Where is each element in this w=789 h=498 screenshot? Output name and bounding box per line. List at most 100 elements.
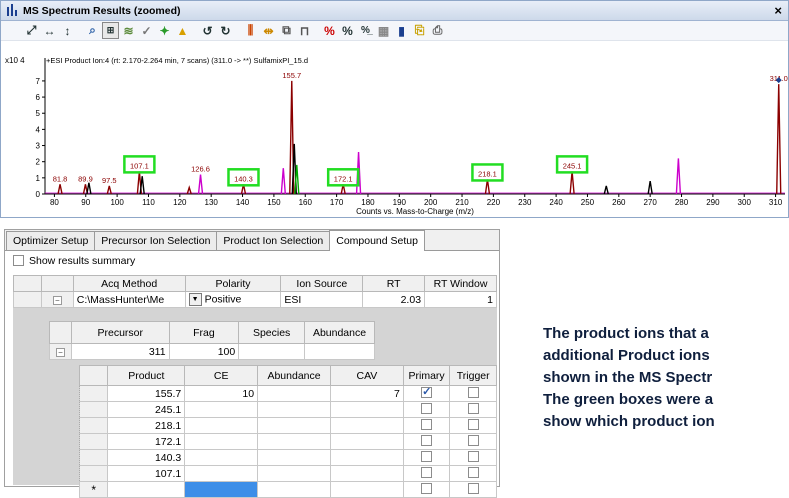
normalize-icon[interactable]: ≋: [120, 22, 137, 39]
ce-cell[interactable]: [184, 417, 259, 434]
percent-icon[interactable]: %: [321, 22, 338, 39]
print-icon[interactable]: ⎙: [429, 22, 446, 39]
acq-method-cell[interactable]: C:\MassHunter\Me: [72, 291, 186, 308]
col-rt-window[interactable]: RT Window: [424, 275, 497, 292]
trigger-checkbox[interactable]: [467, 386, 479, 398]
col-trigger[interactable]: Trigger: [449, 365, 497, 386]
trigger-checkbox[interactable]: [467, 466, 479, 478]
primary-checkbox[interactable]: [421, 434, 433, 446]
col-abundance[interactable]: Abundance: [304, 321, 375, 344]
label-peaks-icon[interactable]: ✦: [156, 22, 173, 39]
col-cav[interactable]: CAV: [329, 365, 404, 386]
product-row[interactable]: 245.1: [78, 401, 497, 418]
rt-cell[interactable]: 2.03: [362, 291, 426, 308]
product-abundance-cell[interactable]: [257, 449, 331, 466]
col-primary[interactable]: Primary: [402, 365, 451, 386]
product-row[interactable]: 218.1: [78, 417, 497, 434]
product-abundance-cell[interactable]: [257, 465, 331, 482]
polarity-cell[interactable]: ▼ Positive: [184, 291, 282, 308]
cav-cell[interactable]: [329, 433, 404, 450]
col-acq-method[interactable]: Acq Method: [72, 275, 186, 292]
ce-cell[interactable]: [184, 433, 259, 450]
ce-cell[interactable]: [184, 401, 259, 418]
grid-icon[interactable]: ▦: [375, 22, 392, 39]
ce-cell[interactable]: [184, 465, 259, 482]
product-row[interactable]: 172.1: [78, 433, 497, 450]
product-abundance-cell[interactable]: [257, 401, 331, 418]
product-cell[interactable]: 140.3: [107, 449, 186, 466]
cav-cell[interactable]: 7: [329, 385, 404, 402]
trigger-checkbox[interactable]: [467, 418, 479, 430]
product-cell[interactable]: 172.1: [107, 433, 186, 450]
trigger-checkbox[interactable]: [467, 402, 479, 414]
product-cell[interactable]: 218.1: [107, 417, 186, 434]
tab-compound-setup[interactable]: Compound Setup: [329, 230, 425, 251]
collapse-precursor-icon[interactable]: −: [55, 347, 65, 357]
undo-icon[interactable]: ↺: [199, 22, 216, 39]
product-row[interactable]: 155.7 10 7: [78, 385, 497, 402]
zoom-icon[interactable]: ⌕: [84, 22, 101, 39]
ce-cell[interactable]: 10: [184, 385, 259, 402]
col-polarity[interactable]: Polarity: [184, 275, 282, 292]
new-product-cell[interactable]: [107, 481, 186, 498]
col-ce[interactable]: CE: [184, 365, 259, 386]
col-precursor[interactable]: Precursor: [70, 321, 170, 344]
x-expand-icon[interactable]: ↔: [41, 22, 58, 39]
tab-product-ion-selection[interactable]: Product Ion Selection: [216, 231, 331, 250]
abundance-cell[interactable]: [304, 343, 375, 360]
compare-icon[interactable]: ⧉: [278, 22, 295, 39]
select-peaks-icon[interactable]: ✓: [138, 22, 155, 39]
cav-cell[interactable]: [329, 401, 404, 418]
trigger-checkbox[interactable]: [467, 450, 479, 462]
new-ce-cell-selected[interactable]: [184, 481, 259, 498]
product-abundance-cell[interactable]: [257, 385, 331, 402]
product-row[interactable]: 107.1: [78, 465, 497, 482]
cav-cell[interactable]: [329, 417, 404, 434]
product-abundance-cell[interactable]: [257, 417, 331, 434]
tab-optimizer-setup[interactable]: Optimizer Setup: [6, 231, 96, 250]
collapse-method-icon[interactable]: −: [52, 295, 62, 305]
frag-cell[interactable]: 100: [168, 343, 240, 360]
col-frag[interactable]: Frag: [168, 321, 240, 344]
redo-icon[interactable]: ↻: [217, 22, 234, 39]
chevron-down-icon[interactable]: ▼: [188, 293, 202, 306]
primary-checkbox[interactable]: [421, 402, 433, 414]
new-cav-cell[interactable]: [329, 481, 404, 498]
rt-window-cell[interactable]: 1: [424, 291, 497, 308]
ion-source-cell[interactable]: ESI: [280, 291, 364, 308]
cav-cell[interactable]: [329, 465, 404, 482]
percent-normalize-icon[interactable]: %: [339, 22, 356, 39]
product-cell[interactable]: 155.7: [107, 385, 186, 402]
tab-precursor-ion-selection[interactable]: Precursor Ion Selection: [94, 231, 218, 250]
product-cell[interactable]: 245.1: [107, 401, 186, 418]
product-cell[interactable]: 107.1: [107, 465, 186, 482]
new-abundance-cell[interactable]: [257, 481, 331, 498]
product-row[interactable]: 140.3: [78, 449, 497, 466]
trigger-checkbox[interactable]: [467, 482, 479, 494]
bar-spectrum-icon[interactable]: ⫼: [242, 22, 259, 39]
show-results-summary-checkbox[interactable]: [13, 255, 24, 266]
bar-chart-icon[interactable]: ▮: [393, 22, 410, 39]
x-range-icon[interactable]: ⇹: [260, 22, 277, 39]
cav-cell[interactable]: [329, 449, 404, 466]
col-rt[interactable]: RT: [362, 275, 426, 292]
primary-checkbox[interactable]: [421, 482, 433, 494]
mass-spectrum-plot[interactable]: x10 4 +ESI Product Ion:4 (rt: 2.170-2.264…: [1, 42, 788, 218]
col-species[interactable]: Species: [238, 321, 306, 344]
overlay-icon[interactable]: ⊓: [296, 22, 313, 39]
percent-scale-icon[interactable]: %̲: [357, 22, 374, 39]
product-abundance-cell[interactable]: [257, 433, 331, 450]
chart-peaks-icon[interactable]: ▲: [174, 22, 191, 39]
autoscale-icon[interactable]: ⊞: [102, 22, 119, 39]
precursor-cell[interactable]: 311: [70, 343, 170, 360]
col-product-abundance[interactable]: Abundance: [257, 365, 331, 386]
trigger-checkbox[interactable]: [467, 434, 479, 446]
new-product-row[interactable]: *: [78, 481, 497, 498]
col-ion-source[interactable]: Ion Source: [280, 275, 364, 292]
close-icon[interactable]: ×: [774, 3, 782, 18]
primary-checkbox[interactable]: [421, 386, 433, 398]
y-expand-icon[interactable]: ↕: [59, 22, 76, 39]
primary-checkbox[interactable]: [421, 418, 433, 430]
copy-icon[interactable]: ⎘: [411, 22, 428, 39]
primary-checkbox[interactable]: [421, 466, 433, 478]
